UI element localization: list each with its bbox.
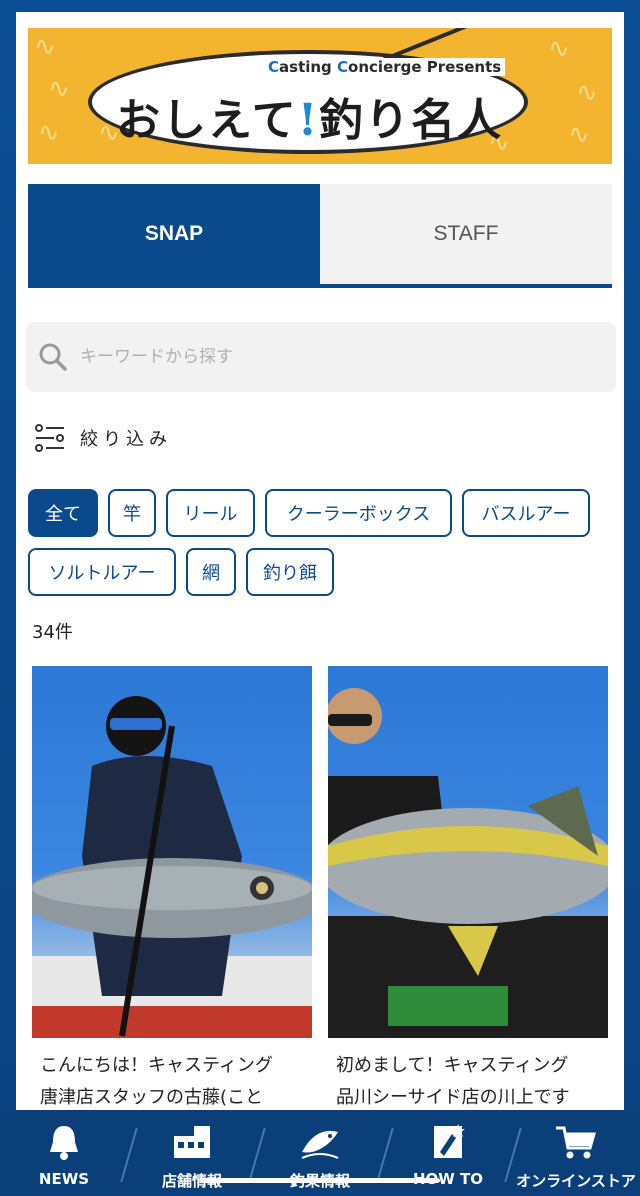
nav-stores[interactable]: 店舗情報 [128, 1110, 256, 1196]
content-panel: ∿ ∿ ∿ ∿ ∿ ∿ ∿ ∿ Casting Concierge Presents お… [16, 12, 624, 1196]
bottom-navigation: NEWS 店舗情報 釣果情報 HOW TO [0, 1110, 640, 1196]
snap-photo[interactable] [328, 666, 608, 1038]
chip-net[interactable]: 網 [186, 548, 236, 596]
presents-rest-2: oncierge Presents [348, 58, 502, 76]
tab-snap[interactable]: SNAP [28, 184, 320, 284]
chip-cooler-box[interactable]: クーラーボックス [265, 489, 452, 537]
nav-label: オンラインストア [516, 1172, 636, 1190]
banner-title-1: おしえて [116, 95, 298, 146]
result-count: 34件 [32, 622, 73, 643]
angler-with-yellowtail-image [328, 688, 608, 1038]
caption-line: こんにちは！キャスティング [40, 1055, 273, 1076]
snap-card[interactable]: 初めまして！キャスティング 品川シーサイド店の川上です [328, 666, 608, 1108]
caption-line: 初めまして！キャスティング [336, 1055, 569, 1076]
banner-presents: Casting Concierge Presents [264, 58, 506, 76]
chip-bass-lure[interactable]: バスルアー [462, 489, 590, 537]
fish-icon [301, 1130, 339, 1159]
tab-bar: SNAP STAFF [28, 184, 612, 288]
header-banner: ∿ ∿ ∿ ∿ ∿ ∿ ∿ ∿ Casting Concierge Presents お… [28, 28, 612, 164]
snap-caption: 初めまして！キャスティング 品川シーサイド店の川上です [336, 1050, 606, 1114]
home-indicator[interactable] [200, 1178, 440, 1183]
snap-caption: こんにちは！キャスティング 唐津店スタッフの古藤(こと [40, 1050, 310, 1114]
chip-reel[interactable]: リール [166, 489, 255, 537]
snap-card[interactable]: こんにちは！キャスティング 唐津店スタッフの古藤(こと [32, 666, 312, 1108]
tab-staff[interactable]: STAFF [320, 184, 612, 284]
nav-catch-report[interactable]: 釣果情報 [256, 1110, 384, 1196]
filter-label: 絞り込み [80, 429, 172, 450]
presents-rest-1: asting [279, 58, 338, 76]
banner-title-mark: ! [297, 95, 320, 146]
presents-c1: C [268, 58, 280, 76]
angler-with-barracuda-image [32, 696, 312, 1038]
nav-online-store[interactable]: オンラインストア [512, 1110, 640, 1196]
presents-c2: C [337, 58, 349, 76]
chip-rod[interactable]: 竿 [108, 489, 156, 537]
filter-toggle[interactable]: 絞り込み [34, 420, 172, 456]
search-icon [39, 343, 67, 371]
search-bar[interactable] [26, 322, 616, 392]
sliders-icon [35, 424, 64, 452]
search-input[interactable] [80, 347, 580, 367]
banner-title: おしえて!釣り名人 [116, 84, 503, 148]
star-book-icon [434, 1124, 465, 1158]
chip-all[interactable]: 全て [28, 489, 98, 537]
snap-photo[interactable] [32, 666, 312, 1038]
banner-title-2: 釣り名人 [319, 95, 504, 146]
nav-news[interactable]: NEWS [0, 1110, 128, 1196]
chip-bait[interactable]: 釣り餌 [246, 548, 334, 596]
bell-icon [50, 1126, 78, 1160]
chip-salt-lure[interactable]: ソルトルアー [28, 548, 176, 596]
cart-icon [556, 1126, 596, 1159]
nav-how-to[interactable]: HOW TO [384, 1110, 512, 1196]
nav-label: NEWS [38, 1170, 90, 1188]
store-icon [174, 1126, 210, 1158]
